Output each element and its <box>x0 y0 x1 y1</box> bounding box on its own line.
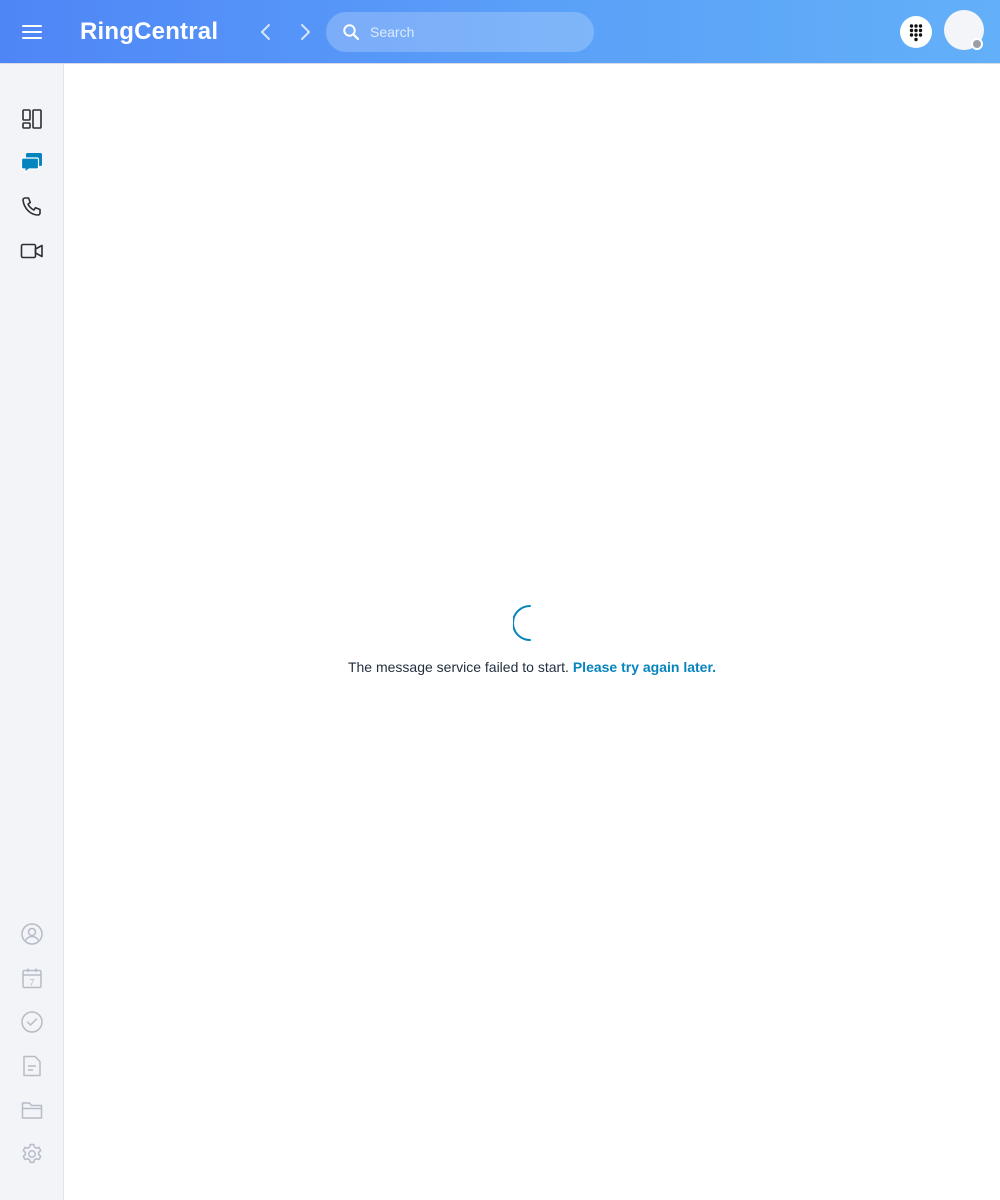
contacts-icon <box>21 923 43 945</box>
calendar-icon: 7 <box>22 968 42 989</box>
search-box[interactable] <box>326 12 594 52</box>
status-message: The message service failed to start. Ple… <box>64 658 1000 676</box>
notes-icon <box>23 1055 41 1077</box>
search-icon <box>342 23 360 41</box>
top-header: RingCentral <box>0 0 1000 64</box>
dialpad-icon[interactable] <box>900 16 932 48</box>
sidebar-item-messages[interactable] <box>16 147 48 179</box>
loading-spinner-icon <box>512 604 547 642</box>
sidebar-item-calendar[interactable]: 7 <box>16 962 48 994</box>
svg-text:7: 7 <box>29 978 34 988</box>
retry-link[interactable]: Please try again later. <box>573 659 716 675</box>
hamburger-menu-icon[interactable] <box>16 16 48 48</box>
chevron-left-icon[interactable] <box>254 20 278 44</box>
phone-icon <box>22 197 41 216</box>
folder-icon <box>21 1102 43 1119</box>
sidebar-item-contacts[interactable] <box>16 918 48 950</box>
sidebar-item-tasks[interactable] <box>16 1006 48 1038</box>
settings-icon <box>22 1143 42 1164</box>
error-text: The message service failed to start. <box>347 659 569 675</box>
sidebar-item-notes[interactable] <box>16 1050 48 1082</box>
tasks-icon <box>21 1011 43 1033</box>
sidebar-item-dashboard[interactable] <box>16 103 48 135</box>
brand-logo-text: RingCentral <box>80 18 219 45</box>
search-input[interactable] <box>370 12 580 52</box>
sidebar-item-phone[interactable] <box>16 191 48 223</box>
sidebar-item-video[interactable] <box>16 235 48 267</box>
video-icon <box>20 243 43 259</box>
sidebar-item-files[interactable] <box>16 1094 48 1126</box>
presence-status-indicator <box>971 38 983 50</box>
sidebar-item-settings[interactable] <box>16 1138 48 1170</box>
left-nav-sidebar: 7 <box>0 64 64 1200</box>
chevron-right-icon[interactable] <box>293 20 317 44</box>
main-content: The message service failed to start. Ple… <box>64 64 1000 1200</box>
dashboard-icon <box>22 109 42 129</box>
messages-icon <box>20 153 42 174</box>
